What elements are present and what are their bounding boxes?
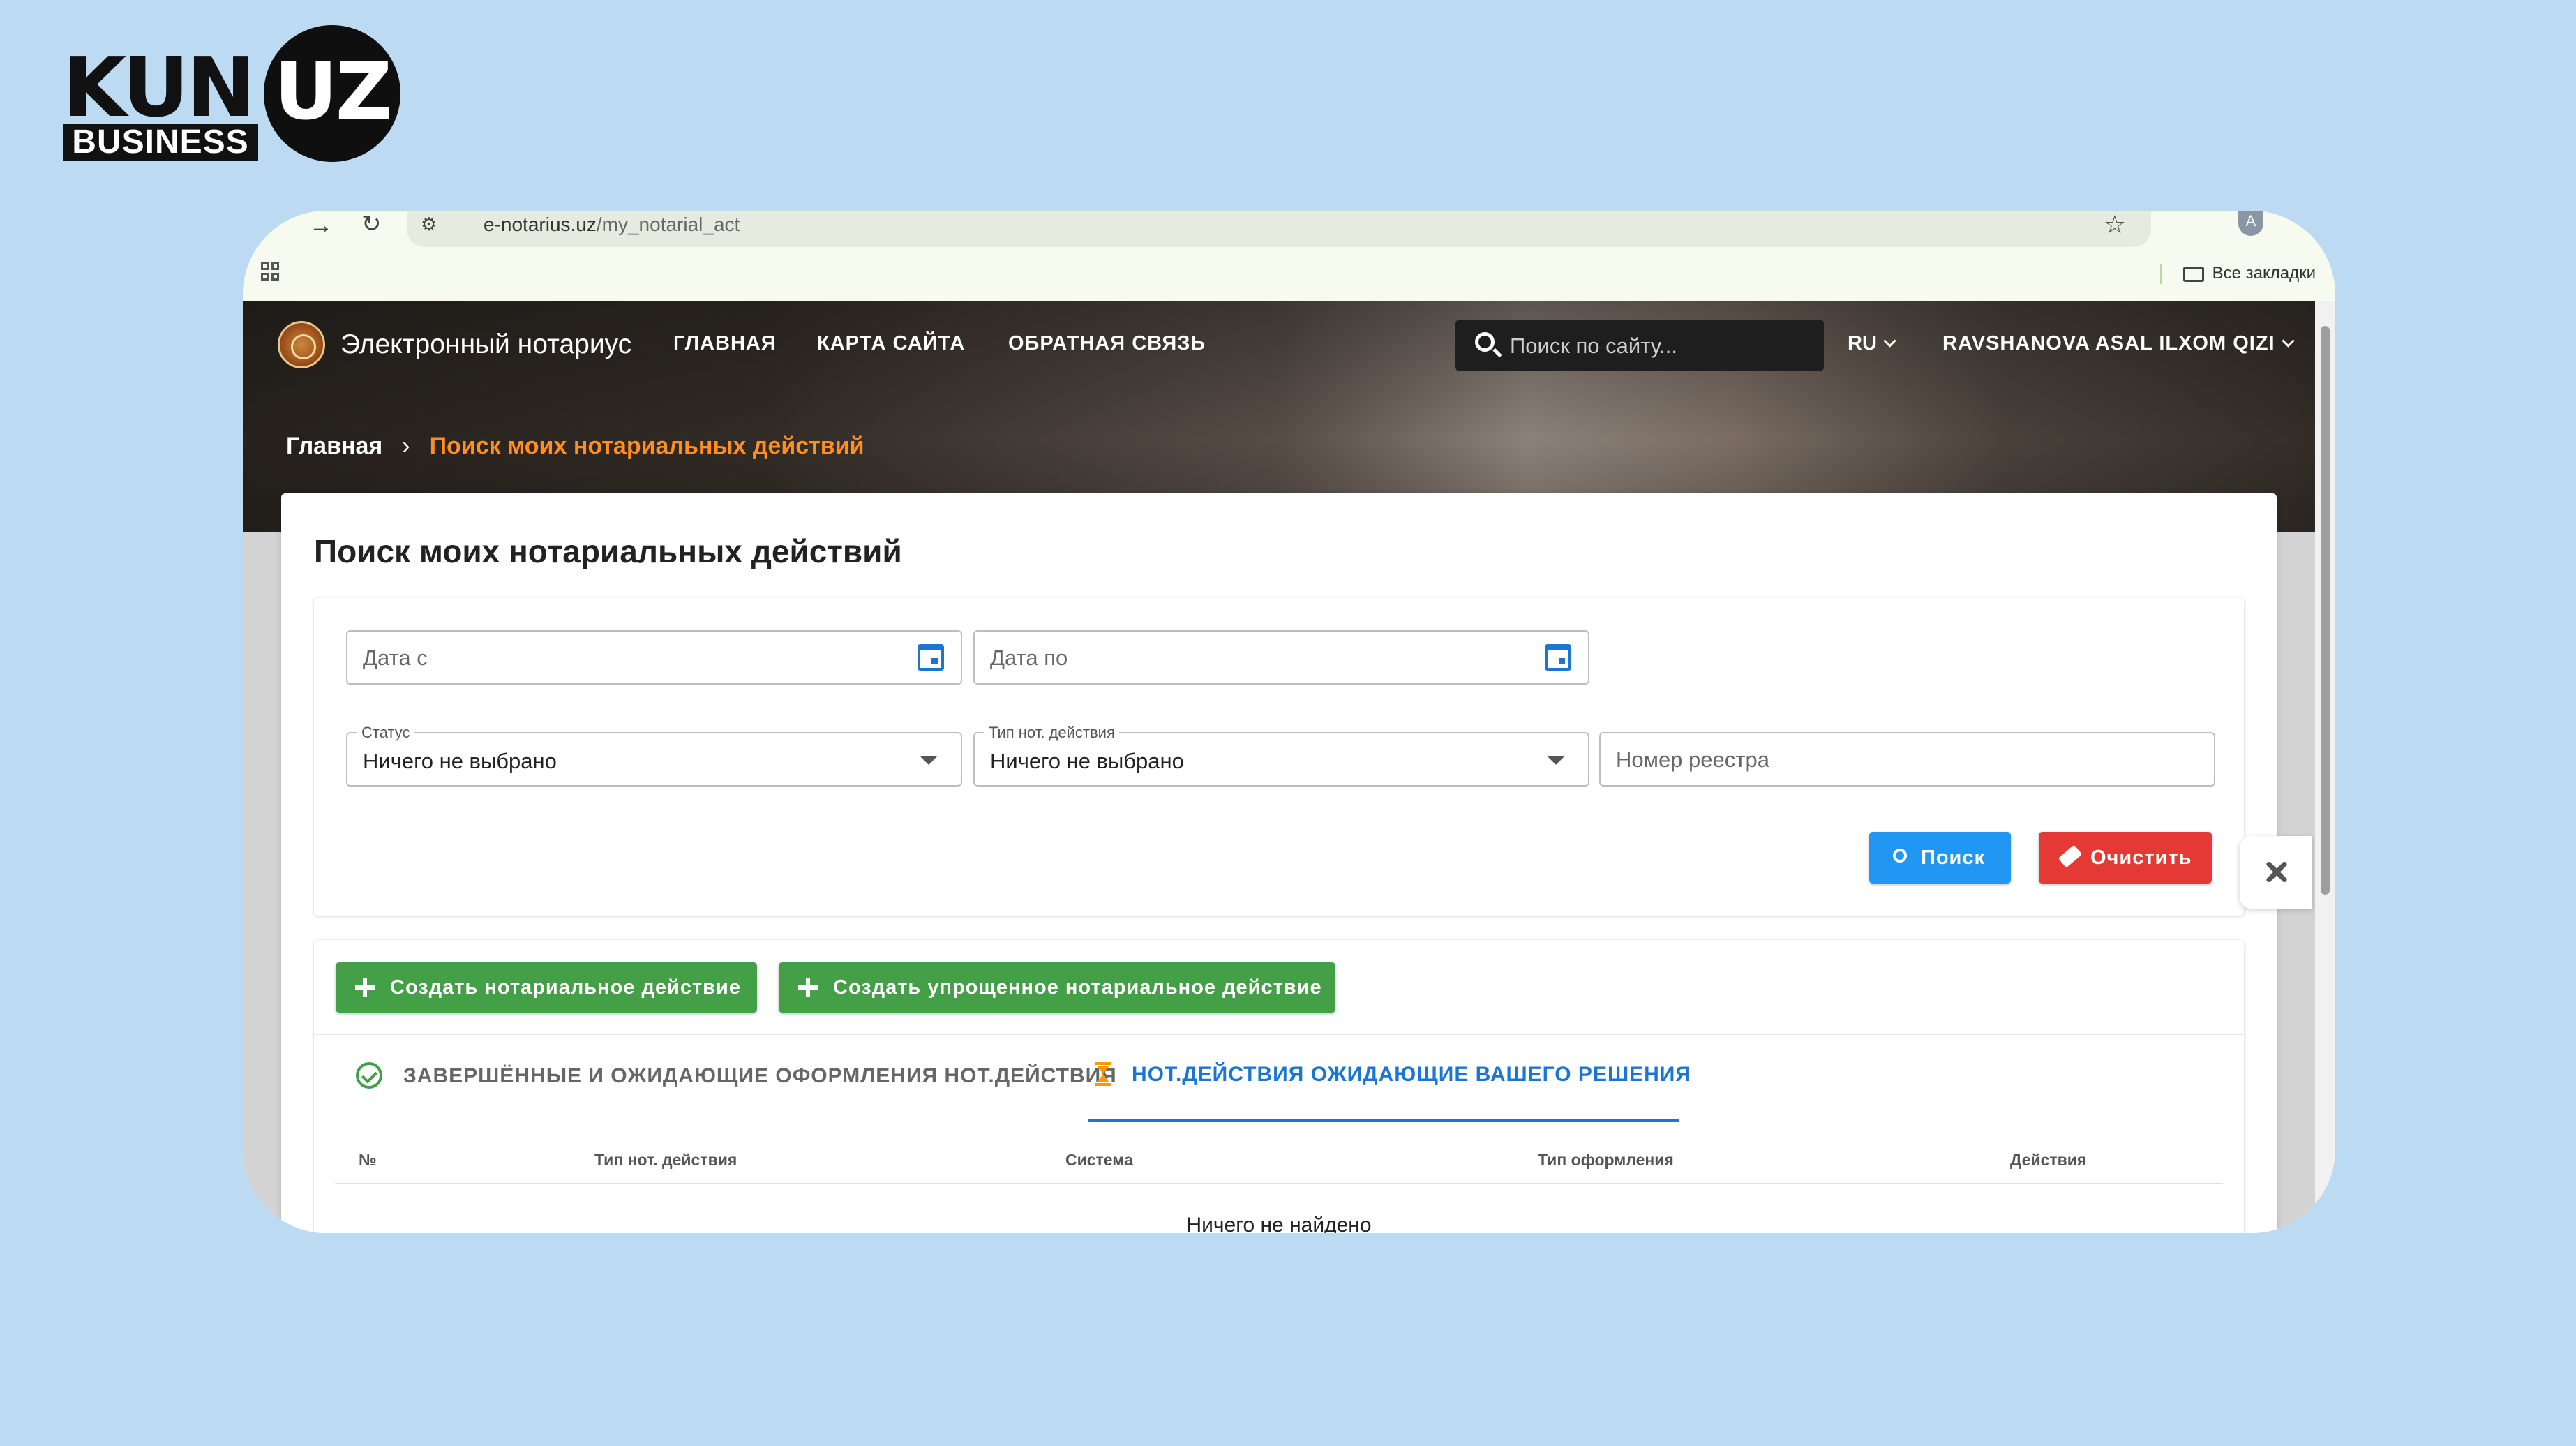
eraser-icon <box>2058 844 2083 868</box>
chevron-down-icon <box>1883 334 1896 348</box>
language-label: RU <box>1848 332 1877 355</box>
search-button[interactable]: Поиск <box>1869 832 2011 884</box>
act-type-label: Тип нот. действия <box>984 724 1119 742</box>
forward-arrow-icon[interactable]: → <box>309 214 333 237</box>
registry-number-placeholder: Номер реестра <box>1616 747 1769 772</box>
language-selector[interactable]: RU <box>1848 332 1896 355</box>
breadcrumb-separator: › <box>402 433 410 459</box>
caret-down-icon <box>1548 756 1564 765</box>
table-header-divider <box>335 1183 2223 1184</box>
status-select[interactable]: Статус Ничего не выбрано <box>346 724 962 787</box>
panel-divider <box>314 1034 2244 1035</box>
search-input[interactable] <box>1508 331 1811 362</box>
tab-completed-acts[interactable]: ЗАВЕРШЁННЫЕ И ОЖИДАЮЩИЕ ОФОРМЛЕНИЯ НОТ.Д… <box>356 1062 1117 1125</box>
create-simple-notarial-act-button[interactable]: Создать упрощенное нотариальное действие <box>779 962 1335 1013</box>
logo-kun-text: KUN <box>63 39 255 135</box>
address-bar[interactable]: ⚙ e-notarius.uz/my_notarial_act ☆ <box>407 211 2151 247</box>
folder-icon <box>2182 266 2204 282</box>
site-navbar: Электронный нотариус ГЛАВНАЯ КАРТА САЙТА… <box>243 301 2315 389</box>
chevron-down-icon <box>2281 334 2295 348</box>
date-to-field[interactable]: Дата по <box>973 630 1589 685</box>
clear-button[interactable]: Очистить <box>2039 832 2212 884</box>
user-menu[interactable]: RAVSHANOVA ASAL ILXOM QIZI <box>1942 332 2295 355</box>
main-card: Поиск моих нотариальных действий Дата с … <box>281 493 2277 1233</box>
clear-button-label: Очистить <box>2090 847 2192 869</box>
registry-number-field[interactable]: Номер реестра <box>1599 732 2215 787</box>
apps-grid-icon[interactable] <box>261 262 282 283</box>
browser-window: → ↻ ⚙ e-notarius.uz/my_notarial_act ☆ A … <box>243 211 2335 1233</box>
search-icon[interactable] <box>1475 332 1495 352</box>
bookmark-star-icon[interactable]: ☆ <box>2104 212 2126 237</box>
user-name: RAVSHANOVA ASAL ILXOM QIZI <box>1942 332 2275 355</box>
nav-link-feedback[interactable]: ОБРАТНАЯ СВЯЗЬ <box>1008 332 1206 355</box>
page-scrollbar[interactable] <box>2315 301 2335 1233</box>
breadcrumb-home[interactable]: Главная <box>286 433 382 459</box>
active-tab-indicator <box>1088 1119 1679 1122</box>
nav-link-home[interactable]: ГЛАВНАЯ <box>673 332 777 355</box>
caret-down-icon <box>920 756 937 765</box>
create-notarial-act-button[interactable]: Создать нотариальное действие <box>336 962 757 1013</box>
url-host: e-notarius.uz <box>484 214 597 235</box>
plus-icon <box>798 978 818 997</box>
hourglass-icon <box>1095 1062 1111 1086</box>
logo-business-text: BUSINESS <box>63 124 258 161</box>
column-system[interactable]: Система <box>1065 1151 1133 1170</box>
column-number[interactable]: № <box>359 1151 377 1170</box>
browser-chrome: → ↻ ⚙ e-notarius.uz/my_notarial_act ☆ A … <box>243 211 2335 301</box>
brand-name[interactable]: Электронный нотариус <box>340 329 631 360</box>
search-button-label: Поиск <box>1921 847 1986 869</box>
url-text: e-notarius.uz/my_notarial_act <box>484 214 740 236</box>
breadcrumb-current: Поиск моих нотариальных действий <box>429 433 864 459</box>
column-act-type[interactable]: Тип нот. действия <box>594 1151 737 1170</box>
filters-panel: Дата с Дата по Статус Ничего не выбрано … <box>314 598 2244 916</box>
status-label: Статус <box>357 724 414 742</box>
tab-completed-label: ЗАВЕРШЁННЫЕ И ОЖИДАЮЩИЕ ОФОРМЛЕНИЯ НОТ.Д… <box>403 1064 1117 1087</box>
acts-panel: Создать нотариальное действие Создать уп… <box>314 940 2244 1233</box>
date-from-field[interactable]: Дата с <box>346 630 962 685</box>
act-type-select[interactable]: Тип нот. действия Ничего не выбрано <box>973 724 1589 787</box>
act-type-value: Ничего не выбрано <box>990 749 1184 773</box>
logo-uz-text: UZ <box>274 47 392 137</box>
close-icon[interactable] <box>2240 836 2312 909</box>
url-path: /my_notarial_act <box>596 214 740 235</box>
page-title: Поиск моих нотариальных действий <box>314 533 902 569</box>
status-value: Ничего не выбрано <box>363 749 557 773</box>
notarius-emblem-icon[interactable] <box>278 321 325 368</box>
tab-pending-decision[interactable]: НОТ.ДЕЙСТВИЯ ОЖИДАЮЩИЕ ВАШЕГО РЕШЕНИЯ <box>1088 1062 1691 1125</box>
date-to-placeholder: Дата по <box>990 646 1068 670</box>
create-notarial-act-label: Создать нотариальное действие <box>390 976 741 999</box>
column-actions[interactable]: Действия <box>2010 1151 2086 1170</box>
nav-link-sitemap[interactable]: КАРТА САЙТА <box>817 332 965 355</box>
plus-icon <box>355 978 375 997</box>
empty-table-message: Ничего не найдено <box>1186 1214 1372 1233</box>
web-page: Электронный нотариус ГЛАВНАЯ КАРТА САЙТА… <box>243 301 2315 1233</box>
all-bookmarks[interactable]: Все закладки <box>2159 264 2316 284</box>
site-settings-icon[interactable]: ⚙ <box>421 215 437 233</box>
site-search[interactable] <box>1455 320 1824 371</box>
check-circle-icon <box>356 1062 382 1089</box>
profile-avatar[interactable]: A <box>2238 211 2263 236</box>
bookmarks-separator <box>2159 264 2162 284</box>
date-from-placeholder: Дата с <box>363 646 428 670</box>
kun-uz-business-logo: KUN UZ BUSINESS <box>63 25 400 165</box>
reload-icon[interactable]: ↻ <box>361 212 382 236</box>
breadcrumb: Главная › Поиск моих нотариальных действий <box>286 433 864 460</box>
tab-pending-label: НОТ.ДЕЙСТВИЯ ОЖИДАЮЩИЕ ВАШЕГО РЕШЕНИЯ <box>1132 1063 1691 1086</box>
create-simple-notarial-act-label: Создать упрощенное нотариальное действие <box>833 976 1322 999</box>
scrollbar-thumb[interactable] <box>2321 326 2330 895</box>
calendar-icon[interactable] <box>918 644 944 671</box>
column-registration-type[interactable]: Тип оформления <box>1538 1151 1674 1170</box>
calendar-icon[interactable] <box>1545 644 1571 671</box>
search-icon <box>1893 849 1907 863</box>
bookmarks-label: Все закладки <box>2212 264 2316 283</box>
